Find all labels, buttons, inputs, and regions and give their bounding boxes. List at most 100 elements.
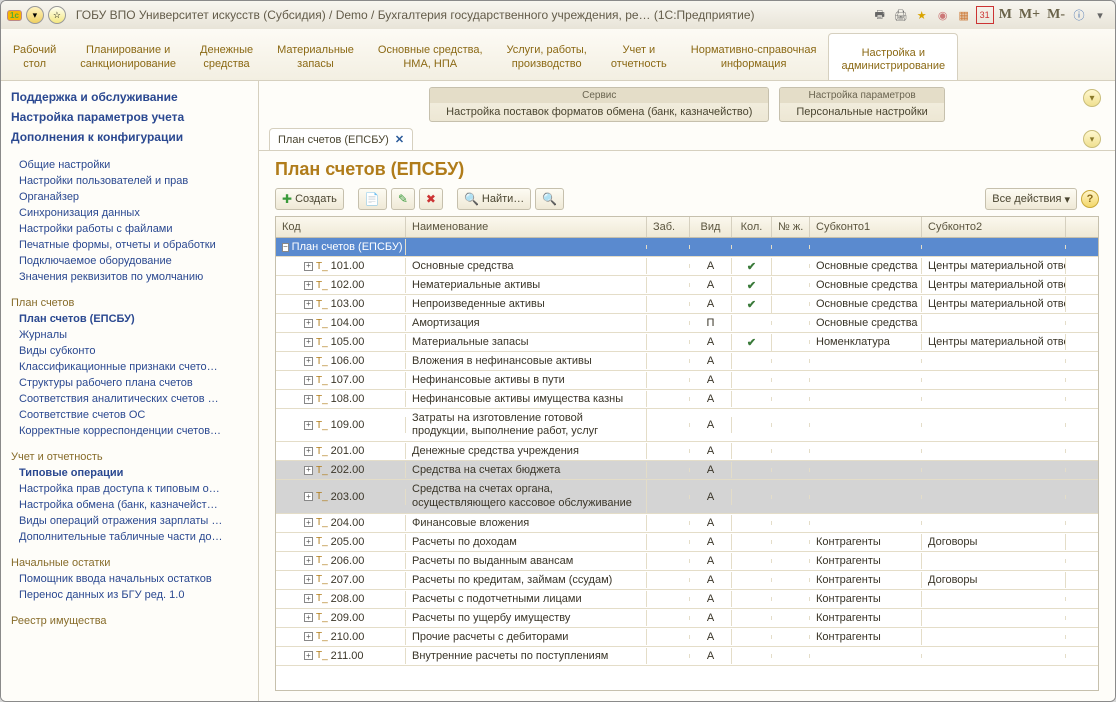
m-button[interactable]: M bbox=[997, 7, 1014, 23]
star-icon[interactable]: ★ bbox=[913, 6, 931, 24]
table-row[interactable]: +T_208.00 Расчеты с подотчетными лицами … bbox=[276, 590, 1098, 609]
table-row[interactable]: +T_103.00 Непроизведенные активы А ✔ Осн… bbox=[276, 295, 1098, 314]
sidebar-link[interactable]: Органайзер bbox=[11, 189, 258, 205]
sidebar-link[interactable]: Синхронизация данных bbox=[11, 205, 258, 221]
table-row[interactable]: +T_205.00 Расчеты по доходам А Контраген… bbox=[276, 533, 1098, 552]
table-row[interactable]: +T_109.00 Затраты на изготовление готово… bbox=[276, 409, 1098, 442]
edit-button[interactable]: ✎ bbox=[391, 188, 415, 210]
sidebar-link[interactable]: Настройки пользователей и прав bbox=[11, 173, 258, 189]
table-row[interactable]: +T_206.00 Расчеты по выданным авансам А … bbox=[276, 552, 1098, 571]
table-row[interactable]: +T_107.00 Нефинансовые активы в пути А bbox=[276, 371, 1098, 390]
table-row[interactable]: +T_210.00 Прочие расчеты с дебиторами А … bbox=[276, 628, 1098, 647]
table-row[interactable]: +T_202.00 Средства на счетах бюджета А bbox=[276, 461, 1098, 480]
sidebar-link[interactable]: Настройки работы с файлами bbox=[11, 221, 258, 237]
tab-plan-accounts[interactable]: План счетов (ЕПСБУ) ✕ bbox=[269, 128, 413, 150]
expander-icon[interactable]: + bbox=[304, 518, 313, 527]
menu-item[interactable]: Учет иотчетность bbox=[599, 29, 679, 80]
table-row[interactable]: +T_104.00 Амортизация П Основные средств… bbox=[276, 314, 1098, 333]
print-icon[interactable]: 🖶 bbox=[871, 6, 889, 24]
sidebar-link[interactable]: Настройка прав доступа к типовым о… bbox=[11, 481, 258, 497]
expander-icon[interactable]: + bbox=[304, 281, 313, 290]
expander-icon[interactable]: + bbox=[304, 651, 313, 660]
table-root-row[interactable]: −План счетов (ЕПСБУ) bbox=[276, 238, 1098, 257]
clear-find-button[interactable]: 🔍 bbox=[535, 188, 564, 210]
expander-icon[interactable]: + bbox=[304, 338, 313, 347]
expander-icon[interactable]: + bbox=[304, 492, 313, 501]
service-item[interactable]: Настройка поставок форматов обмена (банк… bbox=[430, 103, 768, 121]
service-item[interactable]: Персональные настройки bbox=[780, 103, 943, 121]
table-row[interactable]: +T_102.00 Нематериальные активы А ✔ Осно… bbox=[276, 276, 1098, 295]
sidebar-link[interactable]: Типовые операции bbox=[11, 465, 258, 481]
expander-icon[interactable]: + bbox=[304, 613, 313, 622]
col-nz[interactable]: № ж. bbox=[772, 217, 810, 237]
menu-item[interactable]: Основные средства,НМА, НПА bbox=[366, 29, 495, 80]
table-row[interactable]: +T_105.00 Материальные запасы А ✔ Номенк… bbox=[276, 333, 1098, 352]
expander-icon[interactable]: + bbox=[304, 376, 313, 385]
favorites-icon[interactable]: ☆ bbox=[48, 6, 66, 24]
table-row[interactable]: +T_106.00 Вложения в нефинансовые активы… bbox=[276, 352, 1098, 371]
menu-item[interactable]: Планирование исанкционирование bbox=[68, 29, 188, 80]
table-row[interactable]: +T_101.00 Основные средства А ✔ Основные… bbox=[276, 257, 1098, 276]
table-row[interactable]: +T_108.00 Нефинансовые активы имущества … bbox=[276, 390, 1098, 409]
sidebar-heading[interactable]: Поддержка и обслуживание bbox=[11, 87, 258, 107]
calendar-icon[interactable]: 31 bbox=[976, 6, 994, 24]
col-name[interactable]: Наименование bbox=[406, 217, 647, 237]
dropdown-icon[interactable]: ▾ bbox=[26, 6, 44, 24]
sidebar-link[interactable]: Виды операций отражения зарплаты … bbox=[11, 513, 258, 529]
sidebar-link[interactable]: Помощник ввода начальных остатков bbox=[11, 571, 258, 587]
table-row[interactable]: +T_207.00 Расчеты по кредитам, займам (с… bbox=[276, 571, 1098, 590]
col-code[interactable]: Код bbox=[276, 217, 406, 237]
col-vid[interactable]: Вид bbox=[690, 217, 732, 237]
expander-icon[interactable]: + bbox=[304, 300, 313, 309]
expander-icon[interactable]: + bbox=[304, 575, 313, 584]
expander-icon[interactable]: + bbox=[304, 466, 313, 475]
expander-icon[interactable]: + bbox=[304, 556, 313, 565]
col-sub1[interactable]: Субконто1 bbox=[810, 217, 922, 237]
sidebar-link[interactable]: Значения реквизитов по умолчанию bbox=[11, 269, 258, 285]
expander-icon[interactable]: + bbox=[304, 395, 313, 404]
sidebar-link[interactable]: Классификационные признаки счето… bbox=[11, 359, 258, 375]
col-sub2[interactable]: Субконто2 bbox=[922, 217, 1066, 237]
table-row[interactable]: +T_203.00 Средства на счетах органа, осу… bbox=[276, 480, 1098, 513]
sidebar-link[interactable]: Перенос данных из БГУ ред. 1.0 bbox=[11, 587, 258, 603]
all-actions-button[interactable]: Все действия ▾ bbox=[985, 188, 1077, 210]
sidebar-link[interactable]: Структуры рабочего плана счетов bbox=[11, 375, 258, 391]
menu-item[interactable]: Настройка иадминистрирование bbox=[828, 33, 958, 80]
m-minus-button[interactable]: M- bbox=[1045, 7, 1067, 23]
close-icon[interactable]: ✕ bbox=[395, 133, 404, 146]
expander-icon[interactable]: + bbox=[304, 537, 313, 546]
menu-item[interactable]: Нормативно-справочнаяинформация bbox=[679, 29, 829, 80]
sidebar-link[interactable]: Корректные корреспонденции счетов… bbox=[11, 423, 258, 439]
find-button[interactable]: 🔍Найти… bbox=[457, 188, 531, 210]
sidebar-link[interactable]: Виды субконто bbox=[11, 343, 258, 359]
menu-chevron-icon[interactable]: ▾ bbox=[1091, 6, 1109, 24]
expander-icon[interactable]: + bbox=[304, 632, 313, 641]
sidebar-link[interactable]: Подключаемое оборудование bbox=[11, 253, 258, 269]
menu-item[interactable]: Денежныесредства bbox=[188, 29, 265, 80]
sidebar-heading[interactable]: Настройка параметров учета bbox=[11, 107, 258, 127]
menu-item[interactable]: Материальныезапасы bbox=[265, 29, 366, 80]
table-row[interactable]: +T_201.00 Денежные средства учреждения А bbox=[276, 442, 1098, 461]
service-collapse-icon[interactable]: ▾ bbox=[1083, 89, 1101, 107]
expander-icon[interactable]: − bbox=[282, 243, 289, 252]
m-plus-button[interactable]: M+ bbox=[1017, 7, 1042, 23]
expander-icon[interactable]: + bbox=[304, 594, 313, 603]
sidebar-link[interactable]: Журналы bbox=[11, 327, 258, 343]
expander-icon[interactable]: + bbox=[304, 262, 313, 271]
sidebar-link[interactable]: Настройка обмена (банк, казначейст… bbox=[11, 497, 258, 513]
expander-icon[interactable]: + bbox=[304, 319, 313, 328]
sidebar-link[interactable]: Соответствия аналитических счетов … bbox=[11, 391, 258, 407]
expander-icon[interactable]: + bbox=[304, 447, 313, 456]
sidebar-link[interactable]: Общие настройки bbox=[11, 157, 258, 173]
table-row[interactable]: +T_211.00 Внутренние расчеты по поступле… bbox=[276, 647, 1098, 666]
col-zab[interactable]: Заб. bbox=[647, 217, 690, 237]
help-icon[interactable]: ? bbox=[1081, 190, 1099, 208]
menu-item[interactable]: Услуги, работы,производство bbox=[495, 29, 599, 80]
sidebar-heading[interactable]: Дополнения к конфигурации bbox=[11, 127, 258, 147]
delete-button[interactable]: ✖ bbox=[419, 188, 443, 210]
tabs-dropdown-icon[interactable]: ▾ bbox=[1083, 130, 1101, 148]
menu-item[interactable]: Рабочийстол bbox=[1, 29, 68, 80]
expander-icon[interactable]: + bbox=[304, 357, 313, 366]
printer-icon[interactable]: 🖨 bbox=[892, 6, 910, 24]
info-icon[interactable]: ⓘ bbox=[1070, 6, 1088, 24]
